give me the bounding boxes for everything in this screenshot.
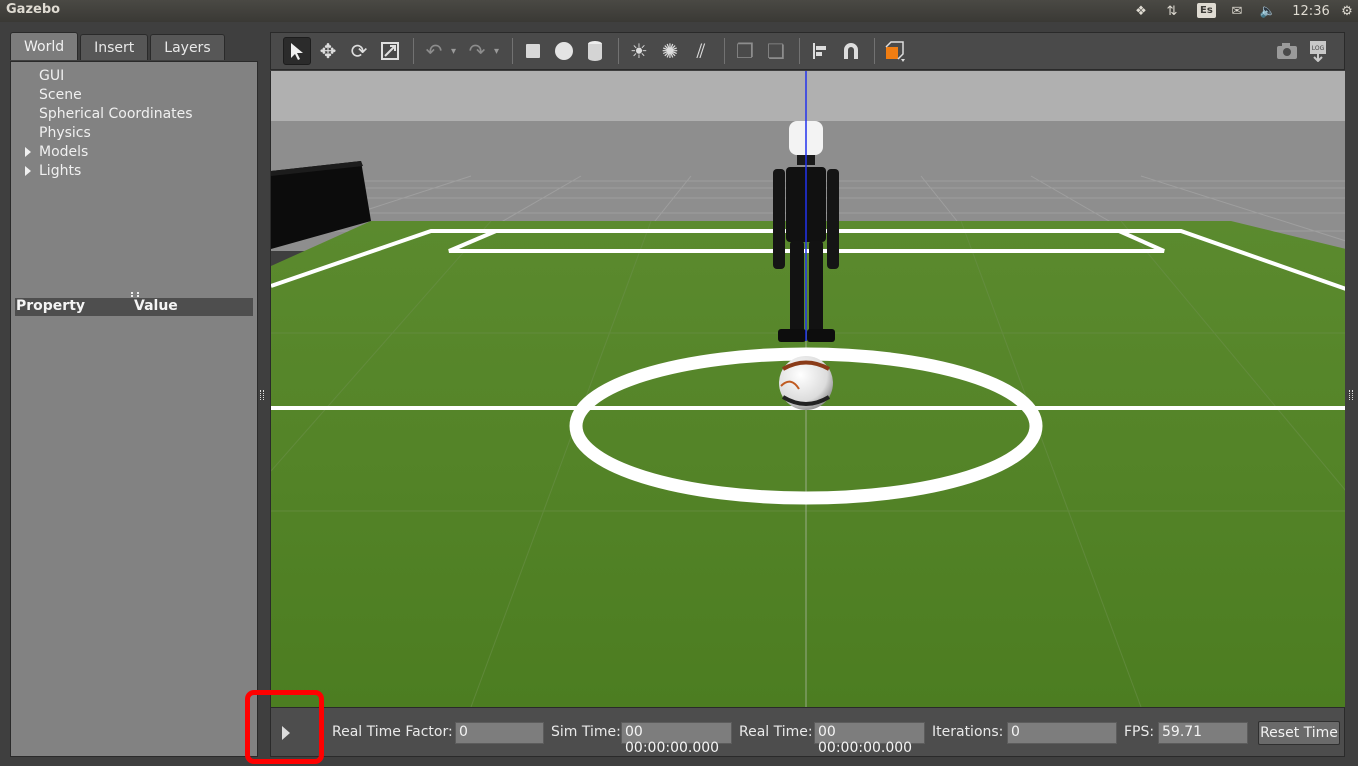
sim-time-field: 00 00:00:00.000	[621, 722, 732, 756]
directional-light-icon[interactable]: ⫽	[687, 37, 715, 65]
sphere-icon[interactable]	[550, 37, 578, 65]
left-panel-tabs: World Insert Layers	[10, 32, 227, 60]
real-time-label: Real Time:	[739, 724, 813, 740]
toolbar-separator	[618, 38, 619, 64]
reset-time-button[interactable]: Reset Time	[1258, 721, 1340, 745]
panel-splitter-handle[interactable]	[131, 292, 139, 295]
tree-item-spherical-coordinates[interactable]: Spherical Coordinates	[39, 106, 193, 122]
world-panel: GUI Scene Spherical Coordinates Physics …	[10, 61, 258, 757]
snap-icon[interactable]	[837, 37, 865, 65]
tab-layers[interactable]: Layers	[150, 34, 225, 60]
tree-item-models[interactable]: Models	[25, 144, 89, 160]
cylinder-icon[interactable]	[581, 37, 609, 65]
tab-world[interactable]: World	[10, 32, 79, 60]
dropbox-icon[interactable]: ❖	[1131, 2, 1151, 20]
robot-right-foot	[807, 329, 835, 342]
log-label: LOG	[1312, 45, 1325, 52]
robot-left-arm	[773, 169, 785, 269]
log-icon[interactable]: LOG	[1304, 37, 1332, 65]
tree-item-label: GUI	[39, 68, 65, 84]
iterations-label: Iterations:	[932, 724, 1004, 740]
real-time-field: 00 00:00:00.000	[814, 722, 925, 756]
settings-gear-icon[interactable]: ⚙	[1338, 2, 1356, 20]
3d-viewport[interactable]	[270, 71, 1345, 707]
tree-item-label: Spherical Coordinates	[39, 106, 193, 122]
screenshot-icon[interactable]	[1273, 37, 1301, 65]
undo-icon[interactable]: ↶	[420, 37, 448, 65]
simulation-status-bar: Real Time Factor: 0 Sim Time: 00 00:00:0…	[270, 707, 1345, 757]
property-column-header: Property	[16, 298, 86, 314]
spot-light-icon[interactable]: ✺	[656, 37, 684, 65]
tree-item-scene[interactable]: Scene	[39, 87, 82, 103]
fps-label: FPS:	[1124, 724, 1155, 740]
volume-icon[interactable]: 🔈	[1257, 2, 1279, 20]
rotate-icon[interactable]: ⟳	[345, 37, 373, 65]
paste-icon[interactable]: ❏	[762, 37, 790, 65]
scale-icon[interactable]	[376, 37, 404, 65]
tree-item-label: Scene	[39, 87, 82, 103]
soccer-ball[interactable]	[779, 356, 833, 410]
value-column-header: Value	[134, 298, 178, 314]
main-toolbar: ✥ ⟳ ↶ ▾ ↷ ▾ ☀ ✺ ⫽ ❐ ❏ LOG	[270, 32, 1345, 70]
mail-icon[interactable]: ✉	[1226, 2, 1248, 20]
robot-right-leg	[809, 241, 823, 336]
gazebo-window: World Insert Layers GUI Scene Spherical …	[0, 22, 1358, 766]
redo-dropdown-icon[interactable]: ▾	[494, 46, 506, 57]
tree-item-lights[interactable]: Lights	[25, 163, 82, 179]
right-splitter-handle[interactable]	[1349, 390, 1353, 400]
align-icon[interactable]	[806, 37, 834, 65]
property-table-header: Property Value	[15, 298, 253, 316]
copy-icon[interactable]: ❐	[731, 37, 759, 65]
toolbar-separator	[874, 38, 875, 64]
app-title: Gazebo	[6, 2, 61, 17]
robot-right-arm	[827, 169, 839, 269]
tree-item-label: Models	[39, 144, 89, 160]
system-top-bar: Gazebo ❖ ⇅ Es ✉ 🔈 12:36 ⚙	[0, 0, 1358, 22]
sim-time-label: Sim Time:	[551, 724, 621, 740]
language-indicator[interactable]: Es	[1197, 3, 1216, 18]
highlight-annotation	[245, 690, 324, 764]
fps-field: 59.71	[1158, 722, 1248, 744]
robot-left-foot	[778, 329, 806, 342]
view-angle-icon[interactable]	[881, 37, 909, 65]
left-splitter-handle[interactable]	[260, 390, 264, 400]
expand-arrow-icon[interactable]	[25, 166, 31, 176]
iterations-field: 0	[1007, 722, 1117, 744]
soccer-field-grass	[271, 221, 1345, 707]
scene-render[interactable]	[271, 71, 1345, 707]
tree-item-label: Physics	[39, 125, 91, 141]
network-icon[interactable]: ⇅	[1162, 2, 1182, 20]
tree-item-physics[interactable]: Physics	[39, 125, 91, 141]
robot-left-leg	[790, 241, 804, 336]
expand-arrow-icon[interactable]	[25, 147, 31, 157]
translate-icon[interactable]: ✥	[314, 37, 342, 65]
tree-item-gui[interactable]: GUI	[39, 68, 64, 84]
tree-item-label: Lights	[39, 163, 82, 179]
point-light-icon[interactable]: ☀	[625, 37, 653, 65]
select-arrow-icon[interactable]	[283, 37, 311, 65]
toolbar-separator	[799, 38, 800, 64]
clock[interactable]: 12:36	[1291, 2, 1331, 20]
tab-insert[interactable]: Insert	[80, 34, 149, 60]
real-time-factor-field: 0	[455, 722, 544, 744]
sky	[271, 71, 1345, 121]
toolbar-separator	[724, 38, 725, 64]
box-icon[interactable]	[519, 37, 547, 65]
real-time-factor-label: Real Time Factor:	[332, 724, 453, 740]
redo-icon[interactable]: ↷	[463, 37, 491, 65]
toolbar-separator	[413, 38, 414, 64]
toolbar-separator	[512, 38, 513, 64]
undo-dropdown-icon[interactable]: ▾	[451, 46, 463, 57]
